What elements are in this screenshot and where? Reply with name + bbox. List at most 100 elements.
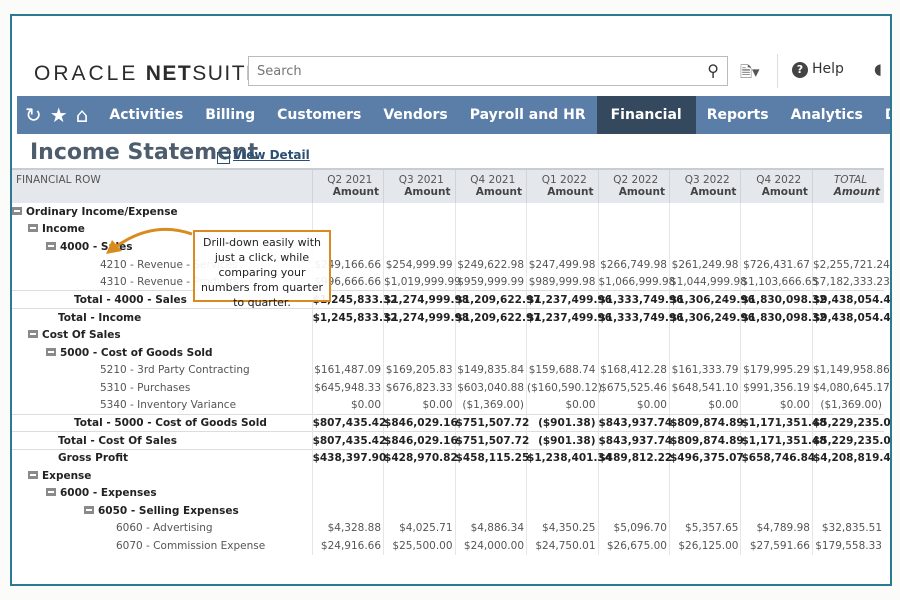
table-row[interactable]: 5000 - Cost of Goods Sold xyxy=(12,343,884,362)
amount-cell[interactable]: $1,306,249.96 xyxy=(668,308,755,327)
search-input[interactable] xyxy=(249,57,689,85)
amount-cell[interactable]: $1,306,249.96 xyxy=(668,290,755,309)
column-header-q3-2021[interactable]: Q3 2021 Amount xyxy=(383,168,456,203)
amount-cell[interactable]: $428,970.82 xyxy=(383,448,458,467)
amount-cell[interactable]: $648,541.10 xyxy=(668,378,741,397)
amount-cell[interactable]: $32,835.51 xyxy=(811,519,884,538)
amount-cell[interactable]: $645,948.33 xyxy=(311,378,384,397)
amount-cell[interactable]: $1,171,351.48 xyxy=(740,413,827,432)
create-new-icon[interactable]: 🗎▾ xyxy=(740,62,760,87)
amount-cell[interactable]: $4,080,645.17 xyxy=(811,378,890,397)
amount-cell[interactable]: ($901.38) xyxy=(526,413,598,432)
feedback-icon[interactable]: ◖ xyxy=(874,60,882,78)
collapse-icon[interactable] xyxy=(28,470,38,479)
amount-cell[interactable]: ($160,590.12) xyxy=(526,378,602,397)
amount-cell[interactable]: $809,874.89 xyxy=(668,431,744,450)
amount-cell[interactable]: $658,746.84 xyxy=(740,448,815,467)
amount-cell[interactable]: $26,675.00 xyxy=(597,537,670,555)
amount-cell[interactable]: $161,487.09 xyxy=(311,361,384,379)
nav-payroll-hr[interactable]: Payroll and HR xyxy=(459,96,597,134)
column-header-q3-2022[interactable]: Q3 2022 Amount xyxy=(668,168,741,203)
amount-cell[interactable]: $0.00 xyxy=(668,396,741,415)
amount-cell[interactable]: $27,591.66 xyxy=(740,537,813,555)
amount-cell[interactable]: $843,937.74 xyxy=(597,431,672,450)
amount-cell[interactable]: $809,874.89 xyxy=(668,413,744,432)
amount-cell[interactable]: $168,412.28 xyxy=(597,361,670,379)
amount-cell[interactable]: $1,019,999.99 xyxy=(383,273,461,291)
amount-cell[interactable]: $1,103,666.65 xyxy=(740,273,818,291)
amount-cell[interactable]: $169,205.83 xyxy=(383,361,456,379)
table-row[interactable]: 6050 - Selling Expenses xyxy=(12,502,884,520)
amount-cell[interactable]: $0.00 xyxy=(597,396,670,415)
nav-reports[interactable]: Reports xyxy=(696,96,780,134)
amount-cell[interactable]: $4,025.71 xyxy=(383,519,456,538)
amount-cell[interactable]: $1,171,351.48 xyxy=(740,431,827,450)
amount-cell[interactable]: $989,999.98 xyxy=(526,273,598,291)
nav-analytics[interactable]: Analytics xyxy=(780,96,874,134)
table-row[interactable]: Cost Of Sales xyxy=(12,326,884,344)
amount-cell[interactable]: $4,789.98 xyxy=(740,519,813,538)
amount-cell[interactable]: $5,229,235.03 xyxy=(811,431,890,450)
amount-cell[interactable]: $991,356.19 xyxy=(740,378,813,397)
amount-cell[interactable]: $24,000.00 xyxy=(454,537,527,555)
help-button[interactable]: ? Help xyxy=(792,61,844,78)
table-row[interactable]: Expense xyxy=(12,466,884,485)
amount-cell[interactable]: $1,044,999.98 xyxy=(668,273,747,291)
amount-cell[interactable]: $149,835.84 xyxy=(454,361,527,379)
collapse-icon[interactable] xyxy=(46,347,56,356)
amount-cell[interactable]: $24,750.01 xyxy=(526,537,598,555)
amount-cell[interactable]: $26,125.00 xyxy=(668,537,741,555)
amount-cell[interactable]: ($1,369.00) xyxy=(454,396,527,415)
amount-cell[interactable]: $249,622.98 xyxy=(454,255,527,274)
collapse-icon[interactable] xyxy=(12,206,22,215)
amount-cell[interactable]: $5,096.70 xyxy=(597,519,670,538)
nav-financial[interactable]: Financial xyxy=(596,96,696,134)
amount-cell[interactable]: $1,237,499.96 xyxy=(526,308,612,327)
amount-cell[interactable]: $1,066,999.98 xyxy=(597,273,675,291)
amount-cell[interactable]: $261,249.98 xyxy=(668,255,741,274)
column-header-financial-row[interactable]: FINANCIAL ROW xyxy=(12,168,313,203)
amount-cell[interactable]: $5,229,235.03 xyxy=(811,413,890,432)
amount-cell[interactable]: $0.00 xyxy=(740,396,813,415)
amount-cell[interactable]: $266,749.98 xyxy=(597,255,670,274)
amount-cell[interactable]: $1,237,499.96 xyxy=(526,290,612,309)
amount-cell[interactable]: $846,029.16 xyxy=(383,413,458,432)
amount-cell[interactable]: $4,350.25 xyxy=(526,519,598,538)
amount-cell[interactable]: $4,328.88 xyxy=(311,519,384,538)
amount-cell[interactable]: ($901.38) xyxy=(526,431,598,450)
amount-cell[interactable]: $4,208,819.44 xyxy=(811,448,890,467)
column-header-q4-2021[interactable]: Q4 2021 Amount xyxy=(454,168,527,203)
amount-cell[interactable]: $254,999.99 xyxy=(383,255,456,274)
amount-cell[interactable]: $161,333.79 xyxy=(668,361,741,379)
amount-cell[interactable]: $0.00 xyxy=(383,396,456,415)
amount-cell[interactable]: $0.00 xyxy=(526,396,598,415)
search-icon[interactable]: ⚲ xyxy=(707,61,719,80)
amount-cell[interactable]: $5,357.65 xyxy=(668,519,741,538)
collapse-icon[interactable] xyxy=(28,329,38,338)
nav-documents[interactable]: Doc xyxy=(874,96,890,134)
nav-billing[interactable]: Billing xyxy=(194,96,266,134)
collapse-icon[interactable] xyxy=(46,488,56,497)
amount-cell[interactable]: $0.00 xyxy=(311,396,384,415)
amount-cell[interactable]: $1,274,999.98 xyxy=(383,290,469,309)
amount-cell[interactable]: $1,238,401.34 xyxy=(526,448,612,467)
amount-cell[interactable]: $1,209,622.97 xyxy=(454,290,541,309)
nav-customers[interactable]: Customers xyxy=(266,96,372,134)
amount-cell[interactable]: $959,999.99 xyxy=(454,273,527,291)
amount-cell[interactable]: $751,507.72 xyxy=(454,413,529,432)
table-row[interactable]: Ordinary Income/Expense xyxy=(12,203,884,221)
collapse-icon[interactable] xyxy=(46,241,56,250)
collapse-icon[interactable] xyxy=(84,505,94,514)
favorites-star-icon[interactable]: ★ xyxy=(50,103,68,127)
netsuite-logo[interactable]: ORACLE NETSUITE xyxy=(34,62,262,86)
amount-cell[interactable]: $159,688.74 xyxy=(526,361,598,379)
amount-cell[interactable]: $24,916.66 xyxy=(311,537,384,555)
amount-cell[interactable]: $247,499.98 xyxy=(526,255,598,274)
amount-cell[interactable]: $807,435.42 xyxy=(311,413,386,432)
column-header-total[interactable]: TOTAL Amount xyxy=(811,168,884,203)
amount-cell[interactable]: $1,830,098.32 xyxy=(740,308,827,327)
amount-cell[interactable]: $496,375.07 xyxy=(668,448,744,467)
amount-cell[interactable]: $1,149,958.86 xyxy=(811,361,890,379)
nav-activities[interactable]: Activities xyxy=(98,96,194,134)
amount-cell[interactable]: $179,558.33 xyxy=(811,537,884,555)
